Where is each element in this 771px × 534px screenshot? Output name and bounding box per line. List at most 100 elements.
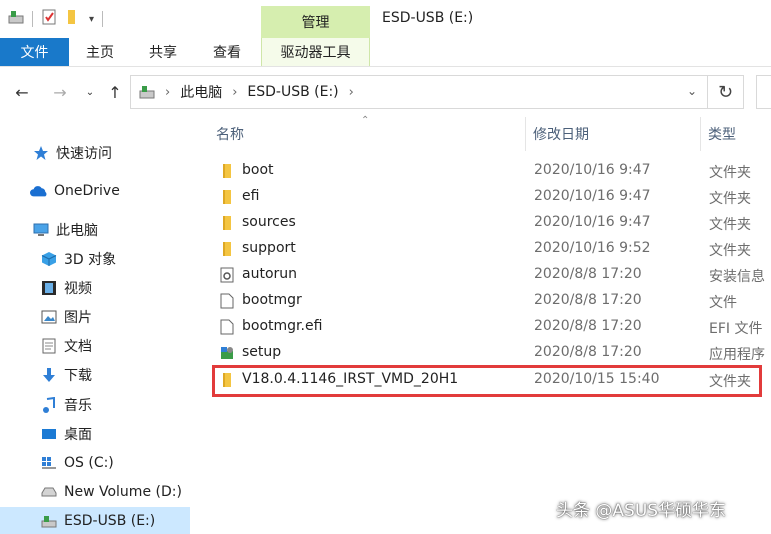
tab-drive-tools[interactable]: 驱动器工具 <box>261 38 370 66</box>
nav-item-onedrive[interactable]: OneDrive <box>30 177 120 205</box>
file-name: autorun <box>242 266 298 282</box>
recent-locations-button[interactable]: ⌄ <box>78 77 102 107</box>
file-modified: 2020/8/8 17:20 <box>534 292 642 308</box>
column-divider[interactable] <box>700 117 701 151</box>
file-type: 文件 <box>709 295 737 311</box>
nav-item-label: 图片 <box>64 310 92 326</box>
file-modified: 2020/10/16 9:47 <box>534 214 651 230</box>
table-row[interactable]: support 2020/10/16 9:52 文件夹 <box>212 236 771 262</box>
sort-ascending-icon: ⌃ <box>361 115 370 126</box>
tab-file[interactable]: 文件 <box>0 38 69 66</box>
nav-item-os-c[interactable]: OS (C:) <box>40 449 114 477</box>
file-modified: 2020/10/16 9:47 <box>534 162 651 178</box>
arrow-up-icon: ↑ <box>108 82 122 102</box>
tab-share[interactable]: 共享 <box>131 38 195 66</box>
refresh-icon: ↻ <box>717 81 734 103</box>
drive-icon <box>40 483 58 501</box>
table-row[interactable]: efi 2020/10/16 9:47 文件夹 <box>212 184 771 210</box>
address-bar[interactable]: › 此电脑 › ESD-USB (E:) › ⌄ <box>130 75 708 109</box>
nav-item-label: 音乐 <box>64 398 92 414</box>
nav-item-esd-usb-e[interactable]: ESD-USB (E:) <box>0 507 190 534</box>
setup-app-icon <box>218 344 236 362</box>
folder-icon <box>218 214 236 232</box>
nav-item-quick-access[interactable]: 快速访问 <box>32 139 112 167</box>
file-name: boot <box>242 162 274 178</box>
file-icon <box>218 318 236 336</box>
nav-item-downloads[interactable]: 下载 <box>40 361 92 389</box>
tab-view[interactable]: 查看 <box>195 38 259 66</box>
customize-toolbar-icon[interactable]: ▾ <box>89 14 94 25</box>
toolbar-divider <box>32 11 33 27</box>
column-header-modified[interactable]: 修改日期 <box>533 117 589 151</box>
file-name: bootmgr <box>242 292 302 308</box>
file-name: support <box>242 240 296 256</box>
nav-item-pictures[interactable]: 图片 <box>40 303 92 331</box>
nav-item-music[interactable]: 音乐 <box>40 391 92 419</box>
quick-access-toolbar: ▾ <box>8 6 104 32</box>
forward-button[interactable]: → <box>48 77 72 107</box>
watermark: 头条 @ASUS华硕华东 <box>556 501 727 521</box>
table-row[interactable]: autorun 2020/8/8 17:20 安装信息 <box>212 262 771 288</box>
nav-item-3d-objects[interactable]: 3D 对象 <box>40 245 116 273</box>
chevron-down-icon: ⌄ <box>85 86 95 98</box>
table-row[interactable]: bootmgr 2020/8/8 17:20 文件 <box>212 288 771 314</box>
nav-item-label: ESD-USB (E:) <box>64 513 156 529</box>
file-modified: 2020/8/8 17:20 <box>534 344 642 360</box>
properties-icon[interactable] <box>41 9 57 29</box>
nav-item-desktop[interactable]: 桌面 <box>40 420 92 448</box>
file-modified: 2020/8/8 17:20 <box>534 318 642 334</box>
address-row: ← → ⌄ ↑ › 此电脑 › ESD-USB (E:) › ⌄ ↻ <box>0 67 771 117</box>
file-type: 文件夹 <box>709 243 751 259</box>
arrow-left-icon: ← <box>15 82 29 102</box>
up-button[interactable]: ↑ <box>103 77 127 107</box>
computer-icon <box>32 221 50 239</box>
file-name: sources <box>242 214 296 230</box>
tab-home[interactable]: 主页 <box>69 38 131 66</box>
chevron-right-icon[interactable]: › <box>232 85 237 100</box>
file-type: 文件夹 <box>709 165 751 181</box>
desktop-icon <box>40 425 58 443</box>
file-name: bootmgr.efi <box>242 318 323 334</box>
setup-info-icon <box>218 266 236 284</box>
toolbar-divider <box>102 11 104 27</box>
file-type: 文件夹 <box>709 217 751 233</box>
windows-drive-icon <box>40 454 58 472</box>
nav-item-documents[interactable]: 文档 <box>40 332 92 360</box>
table-row[interactable]: bootmgr.efi 2020/8/8 17:20 EFI 文件 <box>212 314 771 340</box>
new-folder-icon[interactable] <box>65 9 81 29</box>
star-icon <box>32 144 50 162</box>
file-name: efi <box>242 188 260 204</box>
navigation-pane: 快速访问 OneDrive 此电脑 3D 对象 视频 图片 文档 下载 音乐 桌… <box>0 117 200 534</box>
table-row[interactable]: setup 2020/8/8 17:20 应用程序 <box>212 340 771 366</box>
chevron-right-icon[interactable]: › <box>349 85 354 100</box>
column-header-name[interactable]: 名称 <box>216 117 244 151</box>
document-icon <box>40 337 58 355</box>
file-list: ⌃ 名称 修改日期 类型 boot 2020/10/16 9:47 文件夹 ef… <box>200 115 771 534</box>
nav-item-label: OneDrive <box>54 183 120 199</box>
drive-tools-icon <box>8 9 24 29</box>
nav-item-this-pc[interactable]: 此电脑 <box>32 216 98 244</box>
search-input[interactable] <box>756 75 771 109</box>
nav-item-new-volume-d[interactable]: New Volume (D:) <box>40 478 182 506</box>
table-row[interactable]: boot 2020/10/16 9:47 文件夹 <box>212 158 771 184</box>
table-row[interactable]: sources 2020/10/16 9:47 文件夹 <box>212 210 771 236</box>
chevron-right-icon[interactable]: › <box>165 85 170 100</box>
breadcrumb-drive[interactable]: ESD-USB (E:) <box>247 84 338 100</box>
file-modified: 2020/8/8 17:20 <box>534 266 642 282</box>
address-dropdown-icon[interactable]: ⌄ <box>687 84 697 98</box>
file-type: EFI 文件 <box>709 321 763 337</box>
refresh-button[interactable]: ↻ <box>708 75 744 109</box>
breadcrumb-this-pc[interactable]: 此电脑 <box>180 82 222 102</box>
file-name: setup <box>242 344 282 360</box>
file-type: 应用程序 <box>709 347 765 363</box>
film-icon <box>40 279 58 297</box>
column-header-type[interactable]: 类型 <box>708 117 736 151</box>
nav-item-label: OS (C:) <box>64 455 114 471</box>
nav-item-label: 此电脑 <box>56 223 98 239</box>
nav-item-videos[interactable]: 视频 <box>40 274 92 302</box>
back-button[interactable]: ← <box>10 77 34 107</box>
nav-item-label: 快速访问 <box>56 146 112 162</box>
column-divider[interactable] <box>525 117 526 151</box>
title-bar: ▾ 管理 ESD-USB (E:) <box>0 0 771 38</box>
nav-item-label: 视频 <box>64 281 92 297</box>
